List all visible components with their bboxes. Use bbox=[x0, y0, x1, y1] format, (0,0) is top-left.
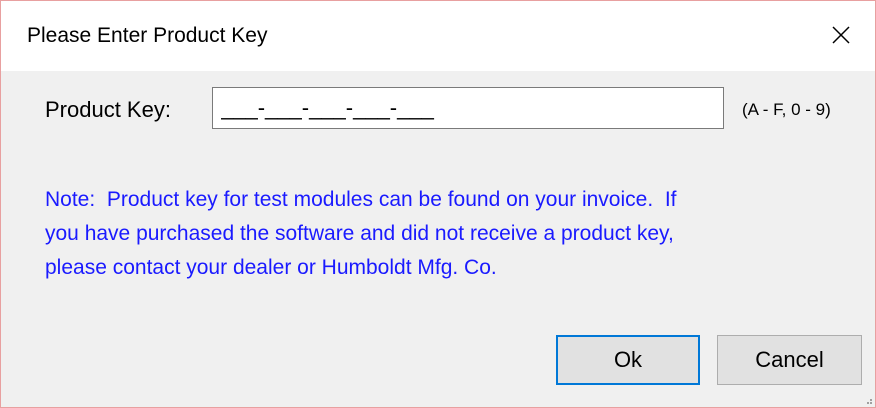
product-key-label: Product Key: bbox=[45, 97, 171, 122]
note-line: Note: Product key for test modules can b… bbox=[45, 188, 677, 211]
product-key-dialog: Please Enter Product Key Product Key: (A… bbox=[0, 0, 876, 408]
close-button[interactable] bbox=[805, 1, 875, 71]
title-bar: Please Enter Product Key bbox=[1, 1, 875, 71]
note-line: please contact your dealer or Humboldt M… bbox=[45, 256, 497, 279]
cancel-button[interactable]: Cancel bbox=[717, 335, 862, 385]
close-icon bbox=[832, 26, 850, 44]
ok-button[interactable]: Ok bbox=[556, 335, 700, 385]
note-text: Note: Product key for test modules can b… bbox=[45, 183, 865, 285]
product-key-format-hint: (A - F, 0 - 9) bbox=[742, 100, 831, 119]
resize-grip-icon[interactable] bbox=[863, 395, 873, 405]
product-key-input[interactable] bbox=[212, 87, 724, 129]
note-line: you have purchased the software and did … bbox=[45, 222, 674, 245]
window-title: Please Enter Product Key bbox=[27, 24, 268, 47]
